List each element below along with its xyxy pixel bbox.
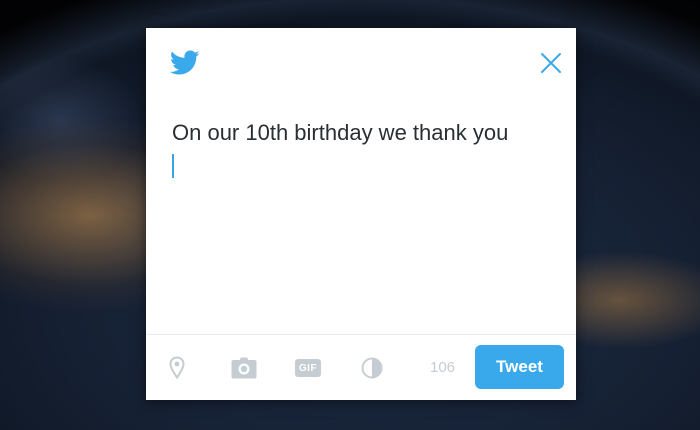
text-caret bbox=[172, 154, 174, 178]
character-counter: 106 bbox=[430, 359, 456, 376]
twitter-bird-icon bbox=[169, 50, 200, 76]
gif-label: GIF bbox=[294, 359, 322, 377]
location-pin-icon[interactable] bbox=[168, 355, 186, 381]
compose-tweet-dialog: On our 10th birthday we thank you GIF 10… bbox=[146, 28, 576, 400]
camera-icon[interactable] bbox=[230, 355, 258, 381]
poll-icon[interactable] bbox=[360, 355, 384, 381]
tweet-button[interactable]: Tweet bbox=[475, 345, 564, 389]
compose-toolbar: GIF 106 Tweet bbox=[146, 335, 576, 400]
close-icon[interactable] bbox=[540, 52, 562, 74]
tweet-text: On our 10th birthday we thank you bbox=[172, 120, 509, 145]
gif-icon[interactable]: GIF bbox=[294, 355, 322, 381]
tweet-text-area[interactable]: On our 10th birthday we thank you bbox=[172, 120, 550, 178]
